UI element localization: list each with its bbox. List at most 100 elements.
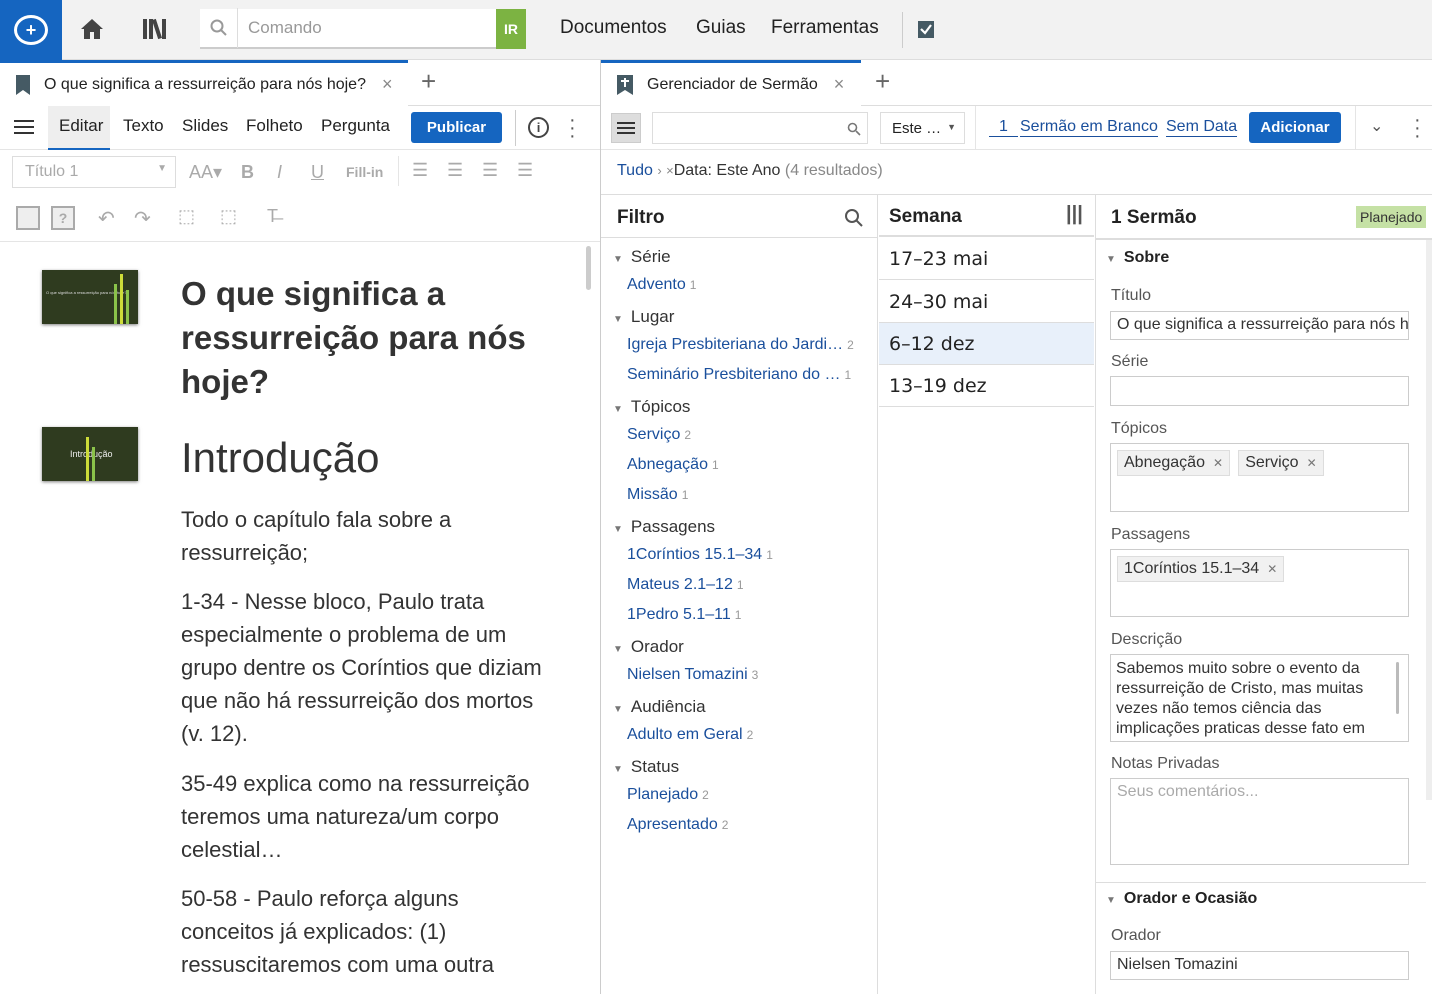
bullet-list-icon[interactable]: ☰ [412,160,428,181]
font-size-icon[interactable]: AA▾ [189,162,222,183]
nav-guias[interactable]: Guias [696,17,746,39]
remove-icon[interactable]: ✕ [1307,456,1317,470]
filter-group-header[interactable]: ▼ Passagens [613,517,715,537]
filter-item[interactable]: Serviço 2 [627,426,691,444]
filter-group-header[interactable]: ▼ Tópicos [613,397,690,417]
checklist-icon[interactable] [911,14,941,44]
search-icon[interactable] [844,208,864,228]
speaker-field[interactable]: Nielsen Tomazini [1110,951,1409,980]
scrollbar[interactable] [586,246,591,290]
slide-thumbnail[interactable]: O que significa a ressurreição para nós … [42,270,138,324]
description-field[interactable]: Sabemos muito sobre o evento da ressurre… [1110,654,1409,742]
topics-field[interactable]: Abnegação ✕ Serviço ✕ [1110,443,1409,512]
filter-item[interactable]: 1Pedro 5.1–11 1 [627,606,741,624]
columns-icon[interactable]: ||| [1066,203,1083,226]
filter-item[interactable]: Abnegação 1 [627,456,719,474]
paragraph[interactable]: 1-34 - Nesse bloco, Paulo trata especial… [181,585,551,750]
filter-item[interactable]: 1Coríntios 15.1–34 1 [627,546,773,564]
nav-documentos[interactable]: Documentos [560,17,667,39]
numbered-list-icon[interactable]: ☰ [447,160,463,181]
home-icon[interactable] [77,14,107,44]
tab-texto[interactable]: Texto [123,116,164,136]
filter-group-header[interactable]: ▼ Audiência [613,697,706,717]
add-bookmark-icon[interactable]: ⬚ [220,206,237,227]
more-options-icon[interactable]: · · · [569,110,576,146]
sermon-type-select[interactable]: Sermão em Branco [1020,118,1158,137]
more-options-icon[interactable]: · · · [1414,110,1421,146]
filter-item[interactable]: Nielsen Tomazini 3 [627,666,758,684]
passages-field[interactable]: 1Coríntios 15.1–34 ✕ [1110,549,1409,617]
filter-item[interactable]: Missão 1 [627,486,688,504]
filter-group-header[interactable]: ▼ Orador [613,637,684,657]
manager-search-input[interactable] [652,112,868,144]
menu-icon[interactable] [611,113,641,143]
week-row[interactable]: 17–23 mai [879,238,1094,280]
outdent-icon[interactable]: ☰ [482,160,498,181]
scrollbar[interactable] [1396,662,1399,714]
breadcrumb-all[interactable]: Tudo [617,162,653,179]
publish-button[interactable]: Publicar [411,112,502,143]
week-row[interactable]: 24–30 mai [879,281,1094,323]
series-field[interactable] [1110,376,1409,406]
new-tab-button[interactable]: + [875,66,890,97]
tab-slides[interactable]: Slides [182,116,228,136]
filter-item[interactable]: Igreja Presbiteriana do Jardi… 2 [627,336,854,354]
paragraph[interactable]: 50-58 - Paulo reforça alguns conceitos j… [181,882,551,981]
paragraph[interactable]: Todo o capítulo fala sobre a ressurreiçã… [181,503,551,569]
notes-field[interactable]: Seus comentários... [1110,778,1409,865]
slide-view-icon[interactable] [16,206,40,230]
section-about[interactable]: ▼ Sobre [1106,249,1169,267]
date-filter-select[interactable]: Este … ▼ [880,112,965,144]
tab-editar[interactable]: Editar [48,106,110,150]
add-button[interactable]: Adicionar [1249,112,1341,143]
add-slide-icon[interactable]: ⬚ [178,206,195,227]
status-badge[interactable]: Planejado [1356,206,1427,228]
library-icon[interactable] [140,14,170,44]
new-tab-button[interactable]: + [421,66,436,97]
title-field[interactable]: O que significa a ressurreição para nós … [1110,311,1409,340]
tab-sermon-manager[interactable]: Gerenciador de Sermão × [601,60,861,106]
indent-icon[interactable]: ☰ [517,160,533,181]
filter-item[interactable]: Mateus 2.1–12 1 [627,576,744,594]
logos-app-icon[interactable]: + [0,0,62,60]
filter-group-header[interactable]: ▼ Série [613,247,671,267]
italic-icon[interactable]: I [277,162,282,183]
question-icon[interactable]: ? [51,206,75,230]
scrollbar[interactable] [1426,240,1432,800]
week-row-selected[interactable]: 6–12 dez [879,323,1094,365]
close-icon[interactable]: × [834,74,845,95]
filter-item[interactable]: Apresentado 2 [627,816,728,834]
command-input[interactable] [238,18,488,38]
filter-item[interactable]: Advento 1 [627,276,696,294]
document-heading[interactable]: Introdução [181,432,379,484]
tab-document[interactable]: O que significa a ressurreição para nós … [0,60,408,106]
nav-ferramentas[interactable]: Ferramentas [771,17,879,39]
close-icon[interactable]: × [382,74,393,95]
remove-icon[interactable]: ✕ [1267,562,1277,576]
filter-item[interactable]: Planejado 2 [627,786,709,804]
bold-icon[interactable]: B [241,162,254,183]
redo-icon[interactable]: ↷ [134,206,151,231]
section-speaker[interactable]: ▼ Orador e Ocasião [1106,890,1257,908]
filter-group-header[interactable]: ▼ Lugar [613,307,674,327]
date-select[interactable]: Sem Data [1166,118,1238,137]
week-row[interactable]: 13–19 dez [879,365,1094,407]
filter-item[interactable]: Seminário Presbiteriano do … 1 [627,366,851,384]
slide-thumbnail[interactable]: Introdução [42,427,138,481]
filter-item[interactable]: Adulto em Geral 2 [627,726,753,744]
remove-icon[interactable]: ✕ [1213,456,1223,470]
menu-icon[interactable] [14,118,34,141]
remove-filter-icon[interactable]: × [666,163,674,178]
style-select[interactable]: Título 1 ▼ [12,156,176,188]
go-button[interactable]: IR [496,9,526,49]
paragraph[interactable]: 35-49 explica como na ressurreição terem… [181,767,551,866]
fill-in-button[interactable]: Fill-in [346,164,383,180]
filter-group-header[interactable]: ▼ Status [613,757,679,777]
undo-icon[interactable]: ↶ [98,206,115,231]
collapse-icon[interactable]: ⌄ [1370,116,1383,136]
info-icon[interactable]: i [528,117,549,138]
tab-pergunta[interactable]: Pergunta [321,116,390,136]
sermon-count-input[interactable]: 1 [989,118,1018,137]
underline-icon[interactable]: U [311,162,324,183]
clear-format-icon[interactable]: T̶ [267,206,278,227]
